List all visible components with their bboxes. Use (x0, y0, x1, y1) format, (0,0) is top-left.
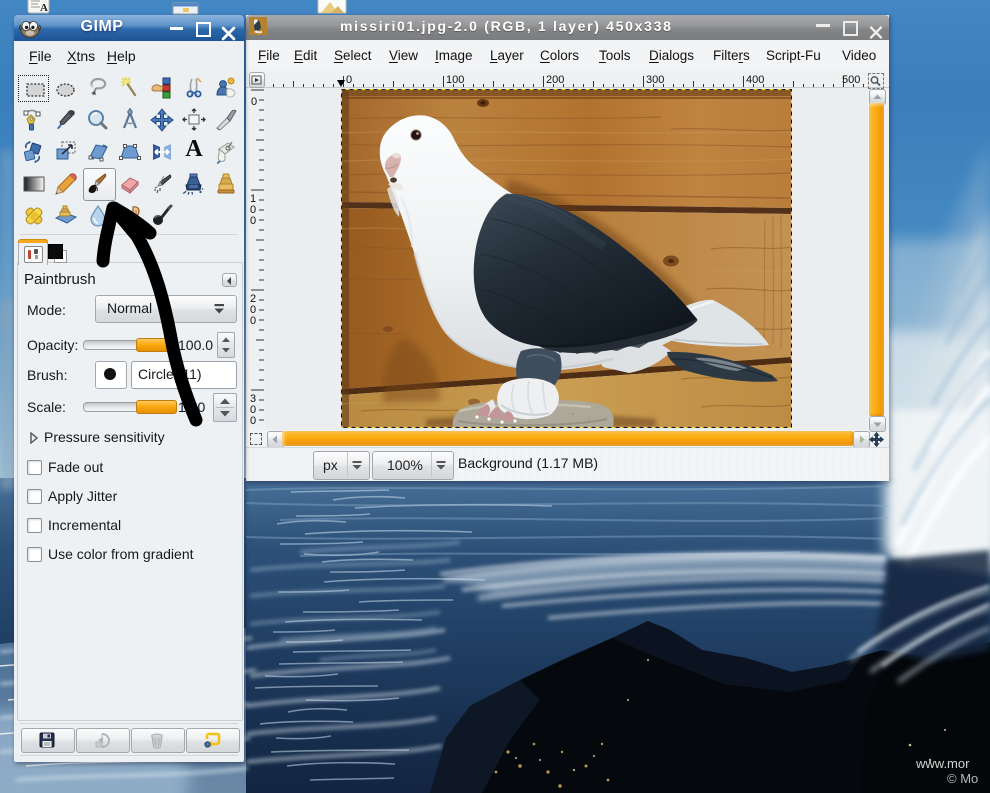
svg-text:0: 0 (250, 215, 256, 227)
svg-text:0: 0 (250, 315, 256, 327)
svg-text:200: 200 (546, 74, 564, 86)
svg-text:500: 500 (842, 74, 860, 86)
svg-text:© Mo: © Mo (947, 771, 978, 786)
svg-text:0: 0 (251, 96, 257, 108)
svg-text:400: 400 (746, 74, 764, 86)
svg-text:www.mor: www.mor (915, 756, 970, 771)
svg-text:A: A (40, 2, 48, 14)
svg-text:0: 0 (250, 415, 256, 427)
svg-text:0: 0 (346, 74, 352, 86)
svg-text:100: 100 (446, 74, 464, 86)
svg-text:300: 300 (646, 74, 664, 86)
